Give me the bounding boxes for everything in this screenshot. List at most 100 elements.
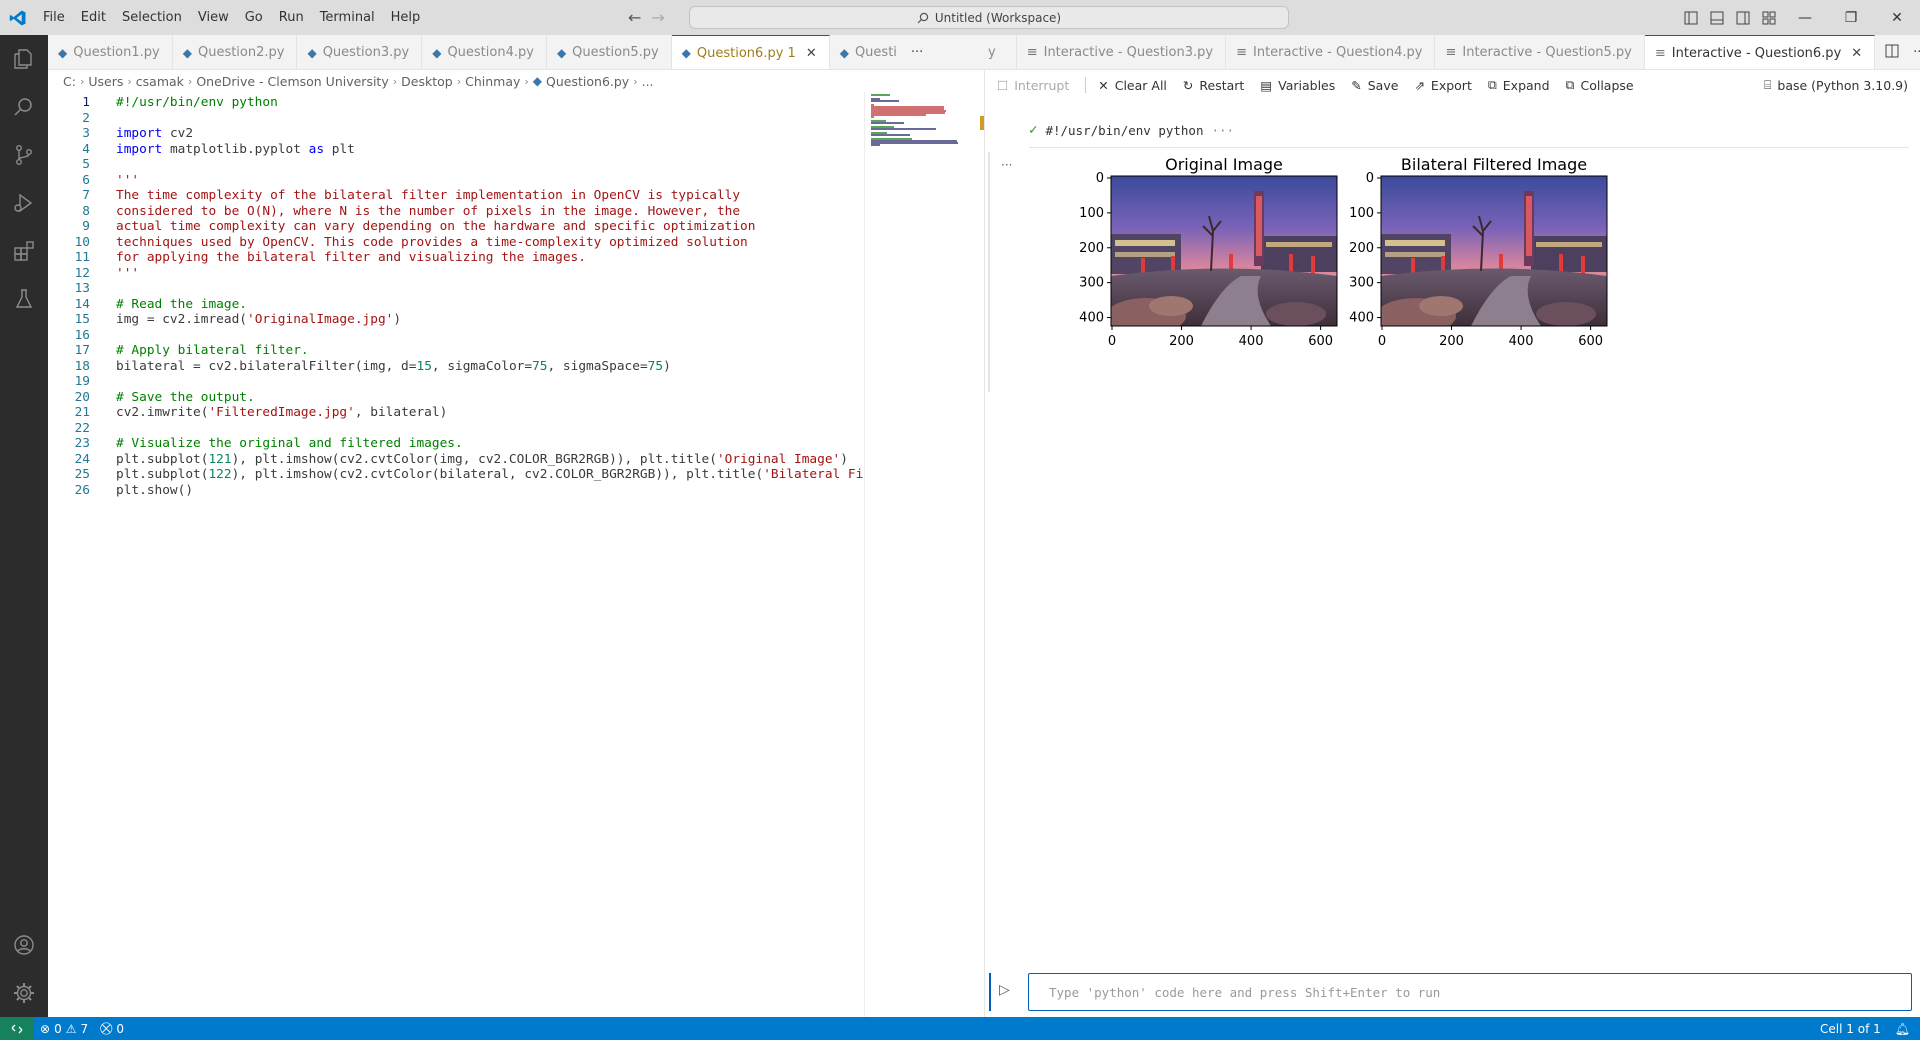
menu-view[interactable]: View <box>190 0 237 35</box>
split-editor-icon[interactable] <box>1885 44 1899 62</box>
export-button[interactable]: ⇗ Export <box>1414 78 1471 93</box>
menu-file[interactable]: File <box>35 0 73 35</box>
menu-go[interactable]: Go <box>237 0 271 35</box>
y-tick-label: 300 <box>1349 276 1374 291</box>
breadcrumb-item[interactable]: ... <box>642 74 654 89</box>
menu-selection[interactable]: Selection <box>114 0 190 35</box>
save-button[interactable]: ✎ Save <box>1351 78 1398 93</box>
x-tick-label: 400 <box>1509 334 1534 349</box>
tab-interactive-question6[interactable]: ≡ Interactive - Question6.py ✕ <box>1644 35 1876 69</box>
code-line[interactable]: 1 #!/usr/bin/env python <box>48 93 868 112</box>
menu-help[interactable]: Help <box>383 0 429 35</box>
menu-run[interactable]: Run <box>271 0 312 35</box>
plot-output: Original Image 0 100 200 300 400 0 200 400 600 Bil… <box>1079 155 1608 349</box>
more-actions-icon[interactable]: ··· <box>911 45 923 60</box>
explorer-icon[interactable] <box>0 35 48 83</box>
run-cell-icon[interactable]: ▷ <box>999 982 1010 998</box>
tab-question4[interactable]: ◆ Question4.py <box>422 35 547 69</box>
close-icon[interactable]: ✕ <box>1851 46 1862 61</box>
export-icon: ⇗ <box>1414 77 1425 93</box>
customize-layout-icon[interactable] <box>1756 0 1782 35</box>
expand-button[interactable]: ⧉ Expand <box>1488 77 1550 93</box>
plot-title: Original Image <box>1165 155 1283 174</box>
x-tick-label: 600 <box>1578 334 1603 349</box>
toggle-panel-icon[interactable] <box>1704 0 1730 35</box>
tab-questi[interactable]: ◆ Questi <box>830 35 901 69</box>
x-tick-label: 0 <box>1378 334 1386 349</box>
clear-all-button[interactable]: ✕ Clear All <box>1098 78 1167 93</box>
tab-hidden-overflow[interactable]: y <box>984 35 1017 69</box>
code-editor[interactable]: 26 plt.show() 25 plt.subplot(122), plt.imsh… <box>48 92 970 1017</box>
breadcrumb-item[interactable]: Users <box>88 74 123 89</box>
python-file-icon: ◆ <box>432 45 442 60</box>
kernel-label: base (Python 3.10.9) <box>1777 77 1908 93</box>
tab-question1[interactable]: ◆ Question1.py <box>48 35 173 69</box>
cell-position[interactable]: Cell 1 of 1 <box>1820 1022 1881 1036</box>
collapse-icon: ⧉ <box>1565 77 1575 92</box>
tab-label: Question5.py <box>572 45 659 60</box>
kernel-picker[interactable]: ⌸ base (Python 3.10.9) <box>1764 77 1908 93</box>
breadcrumb-item[interactable]: OneDrive - Clemson University <box>196 74 388 89</box>
accounts-icon[interactable] <box>0 921 48 969</box>
remote-icon[interactable] <box>0 1017 34 1040</box>
cell-gutter <box>988 152 990 392</box>
tab-question3[interactable]: ◆ Question3.py <box>297 35 423 69</box>
breadcrumb-item[interactable]: Chinmay <box>465 74 520 89</box>
python-file-icon: ◆ <box>556 45 567 60</box>
python-file-icon: ◆ <box>58 45 68 60</box>
tab-interactive-question3[interactable]: ≡ Interactive - Question3.py <box>1017 35 1227 69</box>
cell-header-more: ··· <box>1211 122 1235 138</box>
variables-icon: ▤ <box>1260 77 1273 93</box>
toggle-secondary-sidebar-icon[interactable] <box>1730 0 1756 35</box>
breadcrumb-item[interactable]: Desktop <box>401 74 453 89</box>
warning-icon: ⚠ <box>65 1021 77 1036</box>
tab-interactive-question5[interactable]: ≡ Interactive - Question5.py <box>1435 35 1645 69</box>
tab-label: Interactive - Question3.py <box>1043 45 1214 60</box>
cell-header[interactable]: ✓ #!/usr/bin/env python ··· <box>1029 122 1234 138</box>
testing-icon[interactable] <box>0 275 48 323</box>
more-actions-icon[interactable]: ··· <box>1913 45 1920 60</box>
restart-button[interactable]: ↻ Restart <box>1183 78 1244 93</box>
tab-question6[interactable]: ◆ Question6.py 1 ✕ <box>671 35 830 69</box>
interrupt-label: Interrupt <box>1014 77 1070 93</box>
settings-gear-icon[interactable] <box>0 969 48 1017</box>
restore-icon[interactable]: ❐ <box>1828 0 1874 35</box>
y-tick-label: 0 <box>1366 171 1374 186</box>
breadcrumb-item[interactable]: csamak <box>136 74 184 89</box>
problems-status[interactable]: ⊗ 0 ⚠ 7 <box>34 1022 94 1036</box>
source-control-icon[interactable] <box>0 131 48 179</box>
close-icon[interactable]: ✕ <box>806 46 817 61</box>
tab-interactive-question4[interactable]: ≡ Interactive - Question4.py <box>1226 35 1436 69</box>
menu-edit[interactable]: Edit <box>73 0 114 35</box>
minimize-icon[interactable]: — <box>1782 0 1828 35</box>
search-icon[interactable] <box>0 83 48 131</box>
toggle-primary-sidebar-icon[interactable] <box>1678 0 1704 35</box>
command-center[interactable]: Untitled (Workspace) <box>689 6 1289 29</box>
error-icon: ⊗ <box>40 1021 51 1036</box>
x-tick-label: 600 <box>1308 334 1333 349</box>
minimap-line <box>871 94 890 96</box>
variables-label: Variables <box>1278 77 1336 93</box>
close-window-icon[interactable]: ✕ <box>1874 0 1920 35</box>
ports-status[interactable]: ⛒ 0 <box>94 1021 130 1036</box>
forward-arrow-icon[interactable]: → <box>651 8 664 27</box>
minimap[interactable] <box>864 92 970 1017</box>
run-and-debug-icon[interactable] <box>0 179 48 227</box>
back-arrow-icon[interactable]: ← <box>628 8 641 27</box>
interrupt-button[interactable]: ☐ Interrupt <box>997 78 1069 93</box>
tab-question2[interactable]: ◆ Question2.py <box>173 35 298 69</box>
code-input-field[interactable]: Type 'python' code here and press Shift+… <box>1028 973 1912 1011</box>
minimap-line <box>871 122 905 124</box>
extensions-icon[interactable] <box>0 227 48 275</box>
variables-button[interactable]: ▤ Variables <box>1260 78 1335 93</box>
tab-label: Question4.py <box>447 45 534 60</box>
tab-question5[interactable]: ◆ Question5.py <box>547 35 672 69</box>
output-more-icon[interactable]: ··· <box>1001 158 1012 172</box>
collapse-button[interactable]: ⧉ Collapse <box>1566 77 1634 93</box>
breadcrumb-item[interactable]: Question6.py <box>546 74 629 89</box>
ports-icon: ⛒ <box>100 1021 113 1035</box>
notifications-bell-icon[interactable]: 🔔︎ <box>1895 1022 1910 1036</box>
y-tick-label: 100 <box>1079 206 1104 221</box>
menu-terminal[interactable]: Terminal <box>312 0 383 35</box>
breadcrumb-item[interactable]: C: <box>63 74 76 89</box>
